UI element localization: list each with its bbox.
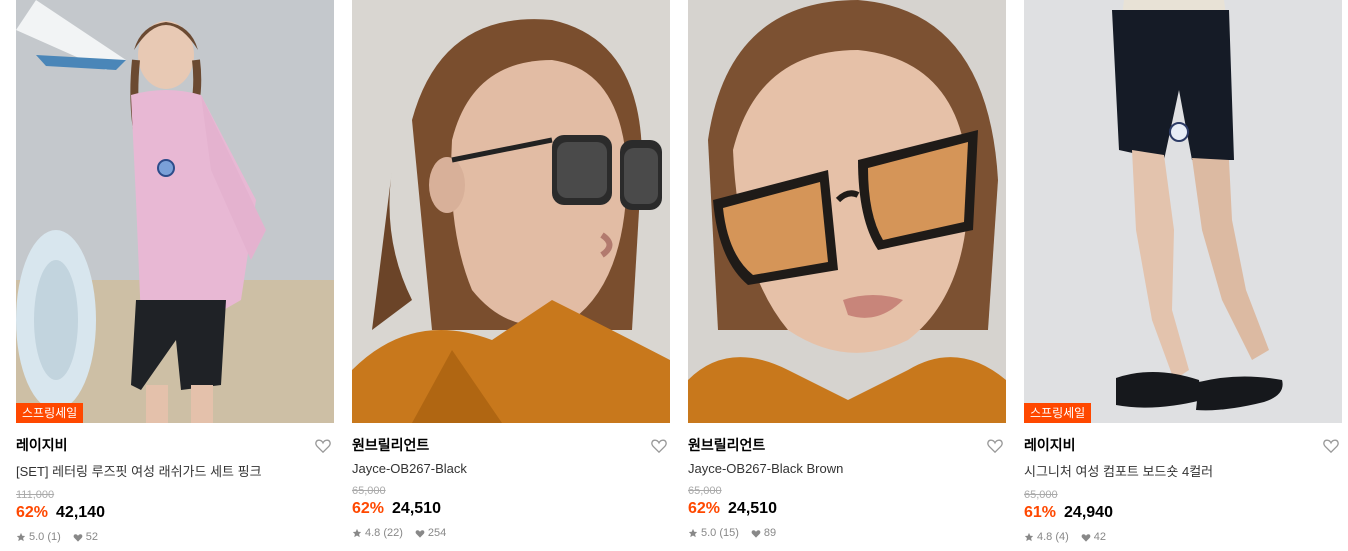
star-icon <box>1024 532 1034 542</box>
brand-name[interactable]: 레이지비 <box>16 435 68 455</box>
sale-price: 24,940 <box>1064 504 1113 521</box>
original-price: 65,000 <box>688 485 722 497</box>
rating: 4.8 (22) <box>352 527 403 539</box>
brand-name[interactable]: 레이지비 <box>1024 435 1076 455</box>
brand-name[interactable]: 원브릴리언트 <box>688 435 765 455</box>
heart-outline-icon[interactable] <box>314 436 332 454</box>
likes-count: 52 <box>85 531 99 543</box>
original-price: 65,000 <box>1024 489 1058 501</box>
likes-count: 42 <box>1093 531 1107 543</box>
original-price: 65,000 <box>352 485 386 497</box>
heart-filled-icon <box>1081 533 1091 542</box>
discount-rate: 62% <box>16 504 49 521</box>
product-image[interactable] <box>688 0 1006 423</box>
rating-text: 5.0 (15) <box>701 527 739 539</box>
sale-price: 24,510 <box>728 500 777 517</box>
product-title[interactable]: Jayce-OB267-Black <box>352 461 670 476</box>
likes: 52 <box>73 531 98 543</box>
heart-outline-icon[interactable] <box>1322 436 1340 454</box>
rating: 4.8 (4) <box>1024 531 1069 543</box>
rating: 5.0 (15) <box>688 527 739 539</box>
product-card[interactable]: 원브릴리언트 Jayce-OB267-Black Brown 65,000 62… <box>688 0 1006 543</box>
product-title[interactable]: Jayce-OB267-Black Brown <box>688 461 1006 476</box>
product-image[interactable] <box>352 0 670 423</box>
product-title[interactable]: [SET] 레터링 루즈핏 여성 래쉬가드 세트 핑크 <box>16 461 334 480</box>
sale-price: 24,510 <box>392 500 441 517</box>
product-card[interactable]: 스프링세일 레이지비 [SET] 레터링 루즈핏 여성 래쉬가드 세트 핑크 1… <box>16 0 334 543</box>
sale-badge: 스프링세일 <box>1024 403 1092 423</box>
product-image[interactable]: 스프링세일 <box>1024 0 1342 423</box>
heart-filled-icon <box>73 533 83 542</box>
likes: 254 <box>415 527 446 539</box>
likes-count: 254 <box>427 527 447 539</box>
discount-rate: 62% <box>688 500 721 517</box>
rating: 5.0 (1) <box>16 531 61 543</box>
star-icon <box>16 532 26 542</box>
heart-filled-icon <box>415 529 425 538</box>
heart-outline-icon[interactable] <box>986 436 1004 454</box>
likes-count: 89 <box>763 527 777 539</box>
product-title[interactable]: 시그니처 여성 컴포트 보드숏 4컬러 <box>1024 461 1342 480</box>
sale-badge: 스프링세일 <box>16 403 84 423</box>
likes: 42 <box>1081 531 1106 543</box>
rating-text: 4.8 (4) <box>1037 531 1069 543</box>
rating-text: 5.0 (1) <box>29 531 61 543</box>
star-icon <box>352 528 362 538</box>
product-card[interactable]: 스프링세일 레이지비 시그니처 여성 컴포트 보드숏 4컬러 65,000 61… <box>1024 0 1342 543</box>
product-image[interactable]: 스프링세일 <box>16 0 334 423</box>
heart-outline-icon[interactable] <box>650 436 668 454</box>
heart-filled-icon <box>751 529 761 538</box>
discount-rate: 61% <box>1024 504 1057 521</box>
rating-text: 4.8 (22) <box>365 527 403 539</box>
brand-name[interactable]: 원브릴리언트 <box>352 435 429 455</box>
likes: 89 <box>751 527 776 539</box>
original-price: 111,000 <box>16 489 55 501</box>
discount-rate: 62% <box>352 500 385 517</box>
product-card[interactable]: 원브릴리언트 Jayce-OB267-Black 65,000 62% 24,5… <box>352 0 670 543</box>
star-icon <box>688 528 698 538</box>
sale-price: 42,140 <box>56 504 105 521</box>
product-grid: 스프링세일 레이지비 [SET] 레터링 루즈핏 여성 래쉬가드 세트 핑크 1… <box>16 0 1342 543</box>
